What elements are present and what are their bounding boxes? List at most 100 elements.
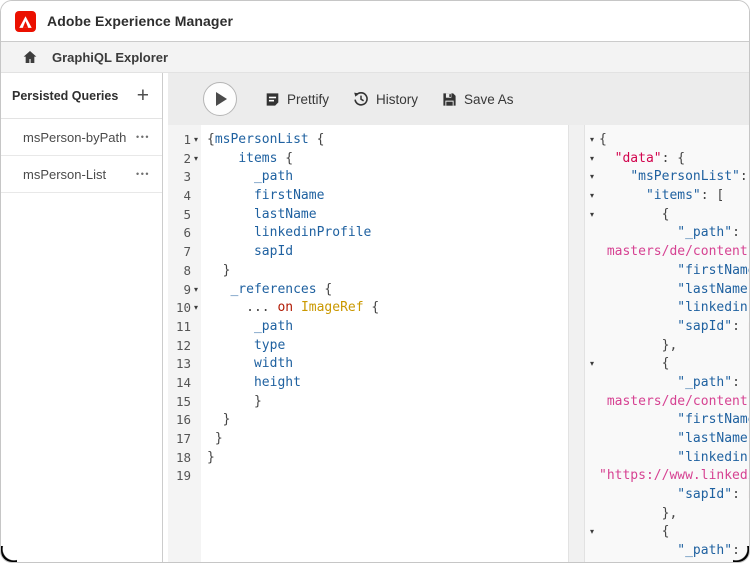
body-row: Persisted Queries + msPerson-byPath ••• … bbox=[1, 73, 749, 562]
fold-spacer bbox=[585, 281, 599, 300]
result-line: "lastName": bbox=[585, 281, 749, 300]
result-line: "lastName": bbox=[585, 430, 749, 449]
line-number: 3 bbox=[168, 168, 191, 187]
fold-spacer bbox=[585, 430, 599, 449]
page-title: GraphiQL Explorer bbox=[52, 50, 168, 65]
pane-resize-handle[interactable] bbox=[568, 125, 585, 562]
result-line: "sapId": null bbox=[585, 318, 749, 337]
line-number: 10 bbox=[168, 299, 191, 318]
code-line[interactable]: lastName bbox=[207, 206, 568, 225]
line-number: 14 bbox=[168, 374, 191, 393]
code-line[interactable]: _path bbox=[207, 318, 568, 337]
sidebar-item-msperson-bypath[interactable]: msPerson-byPath ••• bbox=[1, 119, 162, 156]
line-number: 8 bbox=[168, 262, 191, 281]
fold-spacer bbox=[585, 486, 599, 505]
fold-spacer bbox=[585, 505, 599, 524]
line-number: 13 bbox=[168, 355, 191, 374]
code-line[interactable]: type bbox=[207, 337, 568, 356]
fold-icon[interactable]: ▾ bbox=[585, 150, 599, 169]
fold-spacer bbox=[585, 243, 599, 262]
result-line: masters/de/content-f bbox=[585, 393, 749, 412]
fold-spacer bbox=[585, 467, 599, 486]
fold-spacer bbox=[191, 393, 201, 412]
line-number: 17 bbox=[168, 430, 191, 449]
app-title: Adobe Experience Manager bbox=[47, 13, 233, 29]
result-line: ▾ { bbox=[585, 355, 749, 374]
result-line: ▾{ bbox=[585, 131, 749, 150]
code-line[interactable]: ... on ImageRef { bbox=[207, 299, 568, 318]
code-line[interactable]: } bbox=[207, 411, 568, 430]
line-number: 6 bbox=[168, 224, 191, 243]
code-line[interactable]: items { bbox=[207, 150, 568, 169]
fold-icon[interactable]: ▾ bbox=[585, 355, 599, 374]
fold-icon[interactable]: ▾ bbox=[191, 299, 201, 318]
persisted-queries-header: Persisted Queries + bbox=[1, 73, 162, 119]
result-line: "https://www.linkedin bbox=[585, 467, 749, 486]
result-line: ▾ { bbox=[585, 523, 749, 542]
code-line[interactable]: } bbox=[207, 449, 568, 468]
fold-icon[interactable]: ▾ bbox=[585, 187, 599, 206]
code-line[interactable]: } bbox=[207, 262, 568, 281]
prettify-button[interactable]: Prettify bbox=[265, 92, 329, 107]
ellipsis-icon[interactable]: ••• bbox=[136, 132, 150, 142]
result-line: "firstName": bbox=[585, 411, 749, 430]
fold-spacer bbox=[585, 449, 599, 468]
query-editor-code[interactable]: {msPersonList { items { _path firstName … bbox=[201, 125, 568, 562]
history-icon bbox=[353, 91, 369, 107]
history-button[interactable]: History bbox=[353, 91, 418, 107]
code-line[interactable]: } bbox=[207, 430, 568, 449]
app-window: Adobe Experience Manager GraphiQL Explor… bbox=[0, 0, 750, 563]
add-query-button[interactable]: + bbox=[137, 85, 149, 106]
code-line[interactable]: _path bbox=[207, 168, 568, 187]
fold-spacer bbox=[585, 262, 599, 281]
code-line[interactable]: } bbox=[207, 393, 568, 412]
code-line[interactable] bbox=[207, 467, 568, 486]
save-as-button[interactable]: Save As bbox=[442, 92, 514, 107]
code-line[interactable]: width bbox=[207, 355, 568, 374]
fold-spacer bbox=[585, 393, 599, 412]
fold-icon[interactable]: ▾ bbox=[585, 523, 599, 542]
graphiql-toolbar: Prettify History bbox=[168, 73, 749, 125]
fold-icon[interactable]: ▾ bbox=[585, 206, 599, 225]
fold-spacer bbox=[191, 243, 201, 262]
execute-button[interactable] bbox=[203, 82, 237, 116]
fold-icon[interactable]: ▾ bbox=[585, 168, 599, 187]
result-line: }, bbox=[585, 337, 749, 356]
line-number: 11 bbox=[168, 318, 191, 337]
ellipsis-icon[interactable]: ••• bbox=[136, 169, 150, 179]
fold-spacer bbox=[191, 355, 201, 374]
fold-icon[interactable]: ▾ bbox=[191, 150, 201, 169]
prettify-label: Prettify bbox=[287, 92, 329, 107]
line-number: 2 bbox=[168, 150, 191, 169]
fold-spacer bbox=[191, 467, 201, 486]
fold-icon[interactable]: ▾ bbox=[191, 281, 201, 300]
line-number: 19 bbox=[168, 467, 191, 486]
code-line[interactable]: _references { bbox=[207, 281, 568, 300]
adobe-logo-icon bbox=[15, 11, 36, 32]
fold-icon[interactable]: ▾ bbox=[191, 131, 201, 150]
sidebar-item-msperson-list[interactable]: msPerson-List ••• bbox=[1, 156, 162, 193]
fold-spacer bbox=[585, 374, 599, 393]
code-line[interactable]: linkedinProfile bbox=[207, 224, 568, 243]
fold-icon[interactable]: ▾ bbox=[585, 131, 599, 150]
breadcrumb-bar: GraphiQL Explorer bbox=[1, 41, 749, 73]
persisted-queries-title: Persisted Queries bbox=[12, 89, 118, 103]
line-number: 4 bbox=[168, 187, 191, 206]
history-label: History bbox=[376, 92, 418, 107]
code-line[interactable]: sapId bbox=[207, 243, 568, 262]
fold-spacer bbox=[585, 299, 599, 318]
fold-spacer bbox=[585, 224, 599, 243]
result-line: ▾ "items": [ bbox=[585, 187, 749, 206]
fold-spacer bbox=[191, 449, 201, 468]
code-line[interactable]: {msPersonList { bbox=[207, 131, 568, 150]
code-line[interactable]: firstName bbox=[207, 187, 568, 206]
adobe-a-icon bbox=[17, 13, 34, 30]
result-line: "linkedinProfile": bbox=[585, 449, 749, 468]
fold-spacer bbox=[191, 168, 201, 187]
sidebar-item-label: msPerson-List bbox=[23, 167, 106, 182]
result-line: ▾ { bbox=[585, 206, 749, 225]
query-editor[interactable]: 1▾2▾3456789▾10▾111213141516171819 {msPer… bbox=[168, 125, 568, 562]
code-line[interactable]: height bbox=[207, 374, 568, 393]
home-icon[interactable] bbox=[22, 49, 38, 65]
sidebar: Persisted Queries + msPerson-byPath ••• … bbox=[1, 73, 163, 562]
